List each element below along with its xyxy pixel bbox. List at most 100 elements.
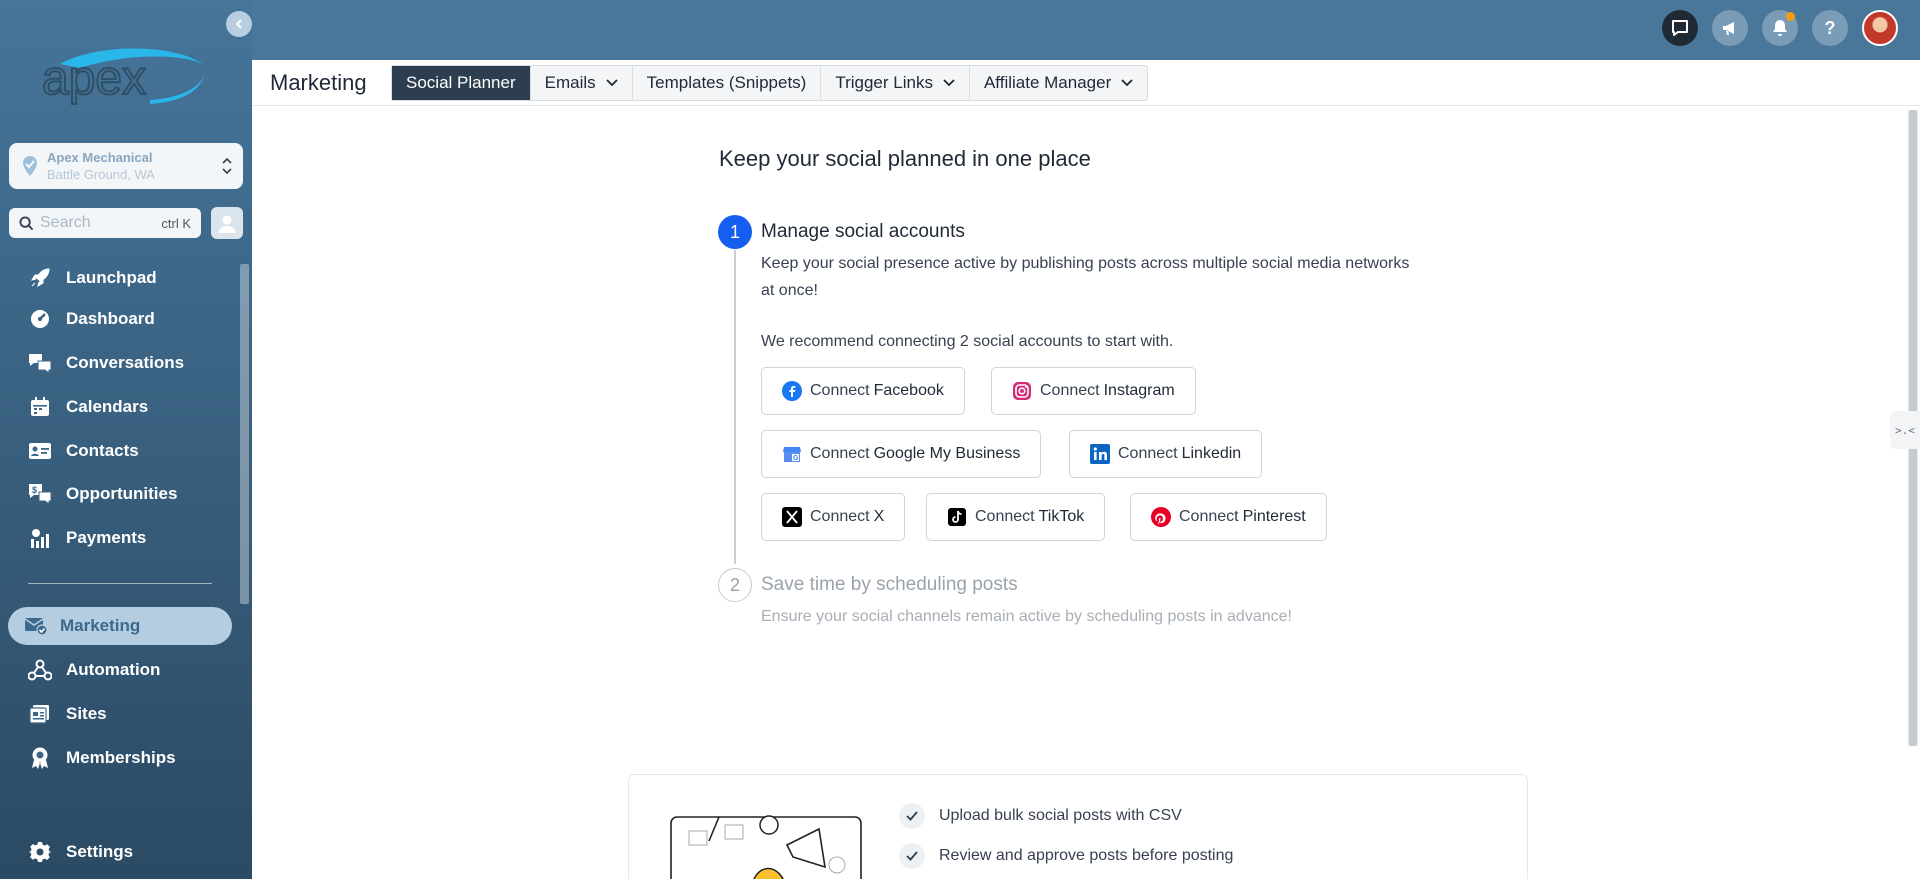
chat-widget-button[interactable] [1662, 10, 1698, 46]
location-switcher[interactable]: Apex Mechanical Battle Ground, WA [9, 143, 243, 189]
step-1-title: Manage social accounts [761, 221, 965, 242]
sidebar-item-opportunities[interactable]: $ Opportunities [8, 475, 232, 513]
side-panel-toggle[interactable]: >.< [1890, 411, 1920, 449]
connect-prefix: Connect [975, 508, 1035, 525]
sidebar-item-label: Sites [66, 704, 107, 723]
tab-label: Emails [544, 73, 596, 92]
sidebar-item-contacts[interactable]: Contacts [8, 432, 232, 470]
sidebar-item-label: Calendars [66, 397, 149, 416]
workflow-icon [28, 658, 52, 682]
badge-icon [28, 746, 52, 770]
connect-prefix: Connect [810, 382, 870, 399]
linkedin-icon [1090, 444, 1110, 464]
svg-text:apex: apex [42, 52, 146, 105]
help-button[interactable]: ? [1812, 10, 1848, 46]
social-planner-content: >.< Keep your social planned in one plac… [252, 106, 1920, 879]
location-pin-icon [23, 156, 37, 176]
connect-pinterest-button[interactable]: Connect Pinterest [1130, 493, 1327, 541]
connect-tiktok-button[interactable]: Connect TikTok [926, 493, 1106, 541]
tab-label: Trigger Links [835, 73, 933, 92]
tab-trigger-links[interactable]: Trigger Links [821, 66, 970, 100]
sidebar-scrollbar[interactable] [240, 254, 249, 774]
sidebar-item-sites[interactable]: Sites [8, 695, 232, 733]
step-1-badge: 1 [718, 215, 752, 249]
sidebar-item-label: Payments [66, 528, 147, 547]
connect-facebook-button[interactable]: Connect Facebook [761, 367, 965, 415]
sidebar-item-label: Opportunities [66, 484, 178, 503]
connect-x-button[interactable]: Connect X [761, 493, 906, 541]
expand-code-icon: >.< [1895, 423, 1915, 437]
location-name: Apex Mechanical [47, 150, 153, 165]
tiktok-icon [947, 507, 967, 527]
svg-text:$: $ [32, 485, 37, 495]
instagram-icon [1012, 381, 1032, 401]
calendar-icon [28, 395, 52, 419]
user-avatar[interactable] [1862, 10, 1898, 46]
google-my-business-icon: G [782, 444, 802, 464]
facebook-icon [782, 381, 802, 401]
brand-logo: apex [40, 44, 210, 108]
sites-icon [28, 702, 52, 726]
payments-icon [28, 526, 52, 550]
tab-social-planner[interactable]: Social Planner [392, 66, 531, 100]
sidebar-search[interactable]: ctrl K [9, 208, 201, 238]
chat-icon [28, 351, 52, 375]
step-2-badge: 2 [718, 568, 752, 602]
gear-icon [28, 840, 52, 864]
chevron-updown-icon [222, 157, 232, 175]
chevron-down-icon [606, 79, 618, 87]
connect-prefix: Connect [1179, 508, 1239, 525]
tab-affiliate-manager[interactable]: Affiliate Manager [970, 66, 1147, 100]
search-shortcut: ctrl K [161, 215, 191, 231]
gauge-icon [28, 307, 52, 331]
announcements-button[interactable] [1712, 10, 1748, 46]
chat-bubble-icon [1672, 20, 1688, 36]
marketing-tabs: Social Planner Emails Templates (Snippet… [391, 65, 1149, 101]
connect-linkedin-button[interactable]: Connect Linkedin [1069, 430, 1263, 478]
sidebar-item-conversations[interactable]: Conversations [8, 344, 232, 382]
chevron-down-icon [1121, 79, 1133, 87]
connect-instagram-button[interactable]: Connect Instagram [991, 367, 1196, 415]
rocket-icon [28, 266, 52, 290]
sidebar-item-label: Conversations [66, 353, 185, 372]
platform-name: TikTok [1038, 508, 1085, 525]
feature-highlights-card: Upload bulk social posts with CSV Review… [628, 774, 1528, 879]
checkmark-icon [899, 843, 925, 869]
sidebar-item-memberships[interactable]: Memberships [8, 739, 232, 777]
user-icon [218, 215, 236, 233]
location-city: Battle Ground, WA [47, 167, 155, 182]
sidebar-collapse-button[interactable] [226, 11, 252, 37]
sidebar-item-marketing[interactable]: Marketing [8, 607, 232, 645]
step-1-description: Keep your social presence active by publ… [761, 255, 1410, 299]
onboarding-title: Keep your social planned in one place [719, 146, 1091, 171]
platform-name: Linkedin [1181, 445, 1242, 462]
sidebar-item-payments[interactable]: Payments [8, 519, 232, 557]
sidebar-item-launchpad[interactable]: Launchpad [8, 259, 232, 297]
sidebar-item-dashboard[interactable]: Dashboard [8, 300, 232, 338]
quick-user-button[interactable] [211, 207, 243, 239]
connect-prefix: Connect [810, 445, 870, 462]
sidebar-item-automation[interactable]: Automation [8, 651, 232, 689]
tab-label: Affiliate Manager [983, 73, 1112, 92]
tab-templates-snippets[interactable]: Templates (Snippets) [633, 66, 822, 100]
tab-emails[interactable]: Emails [531, 66, 633, 100]
sidebar-item-label: Memberships [66, 748, 176, 767]
step-1-recommendation: We recommend connecting 2 social account… [761, 333, 1174, 350]
feature-text: Upload bulk social posts with CSV [939, 807, 1182, 824]
connect-google-my-business-button[interactable]: G Connect Google My Business [761, 430, 1042, 478]
sidebar-item-calendars[interactable]: Calendars [8, 388, 232, 426]
step-connector-line [734, 250, 736, 564]
top-actions: ? [1662, 10, 1898, 46]
sidebar-item-settings[interactable]: Settings [8, 833, 232, 871]
pinterest-icon [1151, 507, 1171, 527]
question-icon: ? [1824, 17, 1836, 38]
connect-prefix: Connect [1118, 445, 1178, 462]
chevron-down-icon [943, 79, 955, 87]
notification-dot [1786, 12, 1795, 21]
notifications-button[interactable] [1762, 10, 1798, 46]
bell-icon [1773, 20, 1787, 36]
tab-label: Social Planner [406, 73, 516, 92]
platform-name: Google My Business [873, 445, 1021, 462]
search-input[interactable] [40, 214, 140, 232]
marketer-megaphone-illustration [670, 815, 862, 879]
